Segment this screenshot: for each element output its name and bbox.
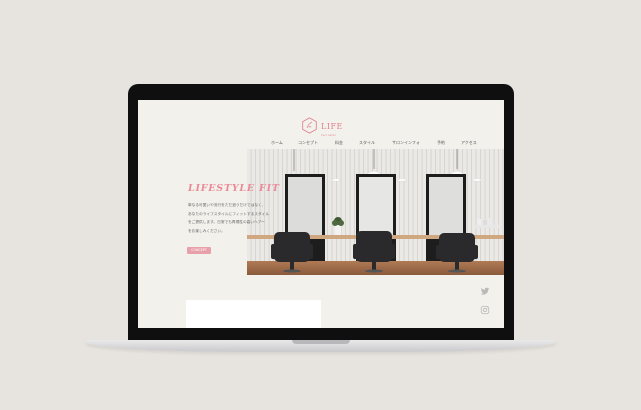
salon-hero-image xyxy=(247,149,504,275)
nav-item-style[interactable]: スタイル xyxy=(359,140,375,146)
nav-item-access[interactable]: アクセス xyxy=(461,140,477,146)
laptop-notch xyxy=(292,340,350,344)
logo-tagline: hair salon xyxy=(321,134,337,137)
hero-line: 単なる可愛いや流行をただ追うだけではなく、 xyxy=(188,203,266,207)
hero-description: 単なる可愛いや流行をただ追うだけではなく、 あなたのライフスタイルにフィットする… xyxy=(188,201,284,236)
concept-button[interactable]: CONCEPT xyxy=(187,247,211,254)
nav-item-price[interactable]: 料金 xyxy=(335,140,343,146)
logo-text: LIFE xyxy=(321,122,343,131)
main-nav: ホーム コンセプト 料金 スタイル サロンインフォ 予約 アクセス xyxy=(138,140,504,148)
nav-item-reserve[interactable]: 予約 xyxy=(437,140,445,146)
hero-line: をお楽しみください。 xyxy=(188,229,225,234)
website-screen: LIFE hair salon ホーム コンセプト 料金 スタイル サロンインフ… xyxy=(138,100,504,328)
content-card xyxy=(186,300,321,328)
nav-item-salon-info[interactable]: サロンインフォ xyxy=(392,140,420,146)
logo[interactable]: LIFE hair salon xyxy=(301,114,343,137)
hero-line: をご提供します。日常でも再現性の高いヘアー xyxy=(188,220,265,225)
nav-item-home[interactable]: ホーム xyxy=(271,140,283,146)
instagram-icon[interactable] xyxy=(480,305,490,315)
hero-line: あなたのライフスタイルにフィットするスタイル xyxy=(188,211,270,216)
nav-item-concept[interactable]: コンセプト xyxy=(298,140,318,146)
hero-title: LIFESTYLE FIT xyxy=(188,183,280,194)
twitter-icon[interactable] xyxy=(480,286,490,296)
logo-hexagon-icon xyxy=(302,117,317,134)
